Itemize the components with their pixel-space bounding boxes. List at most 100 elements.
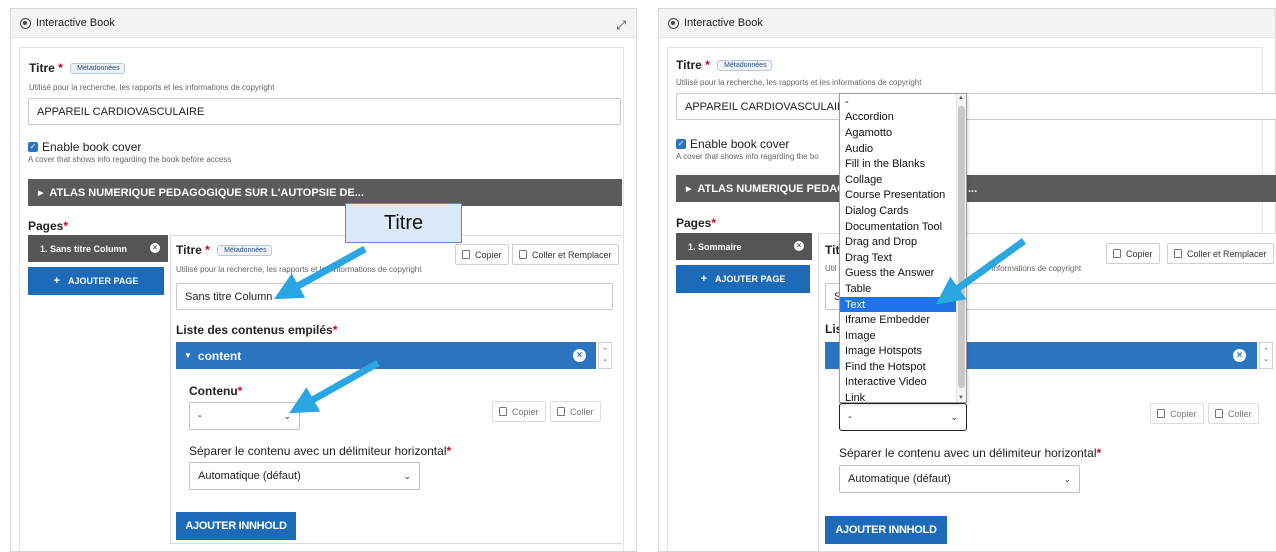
reorder-buttons[interactable]: ⌃ ⌄ [1259,342,1273,369]
page-titre-label: Titre * Métadonnées [176,243,272,257]
dropdown-option[interactable]: Accordion [840,110,966,126]
chevron-down-icon[interactable]: ⌄ [602,356,608,364]
chevron-down-icon: ⌄ [1063,474,1071,484]
paste-icon [1174,249,1182,258]
paste-button[interactable]: Coller [1208,403,1259,424]
titre-callout: Titre [345,203,462,243]
dropdown-option[interactable]: - [840,94,966,110]
editor-title: Interactive Book [684,17,763,29]
chevron-up-icon[interactable]: ⌃ [1263,348,1269,356]
paste-replace-button[interactable]: Coller et Remplacer [512,244,619,265]
page-titre-description: Util [825,264,837,273]
triangle-right-icon: ▶ [38,189,44,197]
page-tab-1[interactable]: 1. Sans titre Column × [28,235,168,262]
add-content-button[interactable]: AJOUTER INNHOLD [825,516,947,544]
add-page-button[interactable]: + AJOUTER PAGE [676,265,810,293]
dropdown-option[interactable]: Interactive Video [840,375,966,391]
editor-header: Interactive Book ⤢ [11,9,636,38]
titre-description: Utilisé pour la recherche, les rapports … [29,83,275,92]
content-type-select[interactable]: - ⌄ [839,403,967,431]
dropdown-option[interactable]: Iframe Embedder [840,312,966,328]
dropdown-option[interactable]: Drag and Drop [840,234,966,250]
page-tab-1[interactable]: 1. Sommaire × [676,233,812,260]
content-type-select[interactable]: - ⌄ [189,402,300,430]
expand-icon[interactable]: ⤢ [616,18,626,33]
dropdown-option[interactable]: Audio [840,141,966,157]
copy-button[interactable]: Copier [492,401,546,422]
chevron-up-icon[interactable]: ▲ [958,95,964,101]
add-page-button[interactable]: + AJOUTER PAGE [28,267,164,295]
pages-label: Pages* [676,216,717,230]
dropdown-option[interactable]: Agamotto [840,125,966,141]
separator-select[interactable]: Automatique (défaut) ⌄ [839,465,1080,493]
close-circle-icon[interactable]: × [573,349,586,362]
metadata-button[interactable]: Métadonnées [70,63,125,74]
editor-title: Interactive Book [36,17,115,29]
metadata-button[interactable]: Métadonnées [717,60,772,71]
cover-description: A cover that shows info regarding the bo [676,152,819,161]
dropdown-option[interactable]: Drag Text [840,250,966,266]
page-titre-description: Utilisé pour la recherche, les rapports … [176,265,422,274]
dropdown-option[interactable]: Guess the Answer [840,266,966,282]
separator-label: Séparer le contenu avec un délimiteur ho… [839,446,1102,460]
cover-description: A cover that shows info regarding the bo… [28,155,232,164]
add-content-button[interactable]: AJOUTER INNHOLD [176,512,296,540]
book-title-input[interactable]: APPAREIL CARDIOVASCULAIRE [28,98,621,125]
copy-icon [1157,409,1165,418]
dropdown-option[interactable]: Find the Hotspot [840,359,966,375]
pages-label: Pages* [28,219,69,233]
checkbox-checked-icon: ✓ [28,142,38,152]
titre-label: Titre * Métadonnées [676,58,772,72]
copy-button[interactable]: Copier [455,244,509,265]
titre-label: Titre * Métadonnées [29,61,125,75]
chevron-down-icon[interactable]: ⌄ [1263,356,1269,364]
h5p-logo-icon [20,17,31,29]
copy-button[interactable]: Copier [1106,243,1160,264]
reorder-buttons[interactable]: ⌃ ⌄ [598,342,612,369]
copy-icon [462,250,470,259]
content-item-bar[interactable]: ▼ content × [176,342,596,369]
copy-icon [499,407,507,416]
cover-group-toggle[interactable]: ▶ ATLAS NUMERIQUE PEDAGOGIQUE SUR L'AUTO… [28,179,622,206]
dropdown-scrollbar[interactable]: ▲ ▼ [956,94,966,402]
content-list-label: Liste des contenus empilés* [176,323,338,337]
chevron-down-icon: ⌄ [283,411,291,421]
paste-icon [1215,409,1223,418]
paste-button[interactable]: Coller [550,401,601,422]
page-title-input[interactable]: Sans titre Column [176,283,613,310]
close-circle-icon[interactable]: × [1233,349,1246,362]
chevron-down-icon: ⌄ [403,471,411,481]
h5p-logo-icon [668,17,679,29]
dropdown-option[interactable]: Fill in the Blanks [840,156,966,172]
cover-group-toggle[interactable]: ▶ ATLAS NUMERIQUE PEDAGOG ... [676,175,1276,202]
content-type-dropdown[interactable]: - Accordion Agamotto Audio Fill in the Blank… [839,93,967,403]
copy-button[interactable]: Copier [1150,403,1204,424]
paste-icon [519,250,527,259]
chevron-down-icon[interactable]: ▼ [958,395,964,401]
chevron-down-icon: ▼ [184,351,192,360]
enable-cover-checkbox[interactable]: ✓ Enable book cover [28,140,141,154]
dropdown-option[interactable]: Link [840,390,966,402]
dropdown-option[interactable]: Image Hotspots [840,344,966,360]
scrollbar-thumb[interactable] [958,106,965,388]
dropdown-option[interactable]: Text [840,296,966,313]
dropdown-options: - Accordion Agamotto Audio Fill in the Blank… [840,94,966,402]
dropdown-option[interactable]: Collage [840,172,966,188]
metadata-button[interactable]: Métadonnées [217,245,272,256]
close-circle-icon[interactable]: × [150,243,160,253]
dropdown-option[interactable]: Course Presentation [840,188,966,204]
contenu-label: Contenu* [189,384,243,398]
separator-select[interactable]: Automatique (défaut) ⌄ [189,462,420,490]
close-circle-icon[interactable]: × [794,241,804,251]
dropdown-option[interactable]: Documentation Tool [840,219,966,235]
dropdown-option[interactable]: Image [840,328,966,344]
chevron-up-icon[interactable]: ⌃ [602,348,608,356]
paste-replace-button[interactable]: Coller et Remplacer [1167,243,1274,264]
dropdown-option[interactable]: Table [840,281,966,297]
editor-header: Interactive Book [659,9,1275,38]
book-title-input[interactable]: APPAREIL CARDIOVASCULAIRE [676,93,1276,120]
plus-icon: + [700,273,708,285]
dropdown-option[interactable]: Dialog Cards [840,203,966,219]
triangle-right-icon: ▶ [686,185,692,193]
enable-cover-checkbox[interactable]: ✓ Enable book cover [676,137,789,151]
